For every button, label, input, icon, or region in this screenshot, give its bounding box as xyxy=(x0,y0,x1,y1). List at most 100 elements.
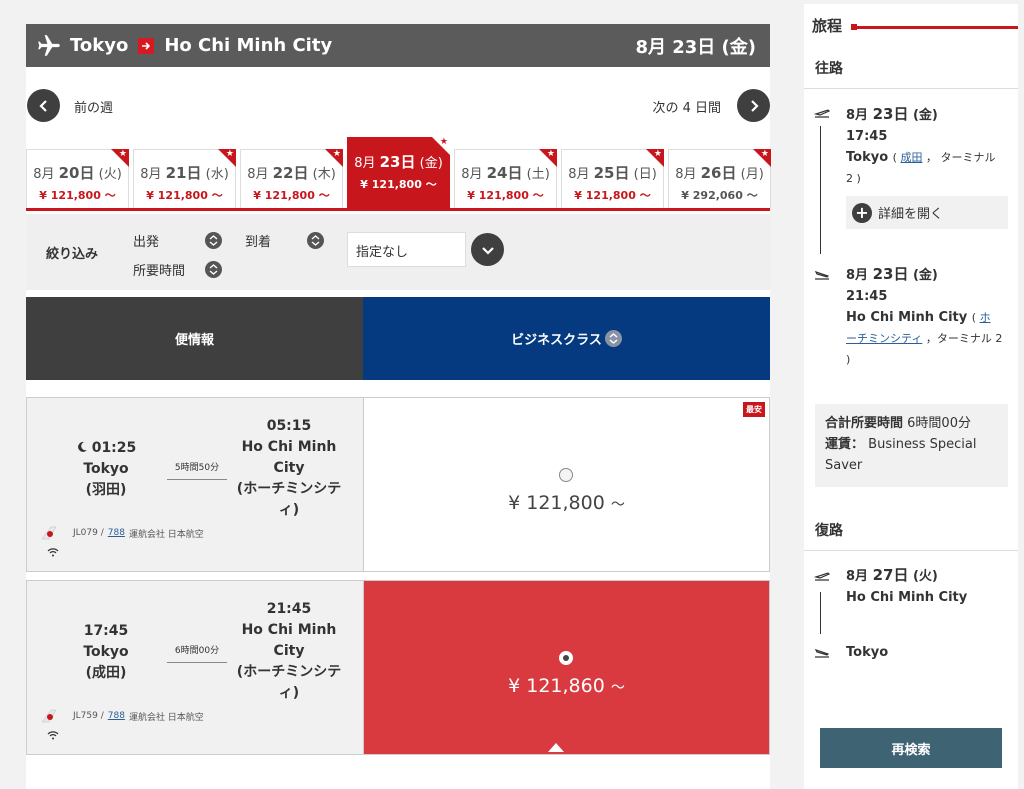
next-days-label[interactable]: 次の 4 日間 xyxy=(652,97,721,116)
hcm-airport-link[interactable]: ホ xyxy=(980,311,991,324)
date-tab-price: ¥ 121,800 ～ xyxy=(574,189,651,202)
flight-duration: 5時間50分 xyxy=(174,463,220,473)
date-tab[interactable]: ★ 8月 22日 (木) ¥ 121,800 ～ xyxy=(240,149,343,208)
duration-line xyxy=(167,662,227,663)
takeoff-icon xyxy=(814,572,830,581)
arrival-city: Ho Chi Minh xyxy=(241,439,337,455)
cheapest-badge: 最安 xyxy=(743,402,765,417)
fare-price: ¥ 121,800 ～ xyxy=(364,492,769,514)
sort-arrival[interactable]: 到着 xyxy=(245,231,325,250)
aircraft-link[interactable]: 788 xyxy=(108,711,125,721)
date-month: 8月 xyxy=(461,167,483,182)
fare-cell[interactable]: 最安 ¥ 121,800 ～ xyxy=(364,398,769,571)
total-duration-value: 6時間00分 xyxy=(907,416,971,431)
date-tab-price: ¥ 121,800 ～ xyxy=(146,189,223,202)
fare-cell[interactable]: ¥ 121,860 ～ xyxy=(364,581,769,754)
sort-icon[interactable] xyxy=(205,261,223,278)
date-day: 25日 xyxy=(593,164,630,182)
hcm-airport-link-cont[interactable]: ーチミンシティ xyxy=(846,332,922,345)
moon-icon xyxy=(77,441,87,452)
arrival-time: 05:15 xyxy=(266,418,312,434)
date-tab[interactable]: ★ 8月 20日 (火) ¥ 121,800 ～ xyxy=(26,149,129,208)
departure-block: 01:25 Tokyo (羽田) xyxy=(67,438,145,501)
itinerary-title: 旅程 xyxy=(812,15,845,36)
date-weekday: (木) xyxy=(312,167,336,182)
takeoff-icon xyxy=(814,109,830,118)
trip-summary: 合計所要時間 6時間00分 運賃： Business Special Saver xyxy=(815,404,1008,487)
date-month: 8月 xyxy=(33,167,55,182)
flight-row[interactable]: 01:25 Tokyo (羽田) 5時間50分 05:15 Ho Chi Minh City… xyxy=(26,397,770,572)
terminal-text: ，ターミナル 2 xyxy=(925,332,1003,345)
next-days-button[interactable] xyxy=(737,89,770,122)
outbound-arrival: 8月 23日 (金) 21:45 Ho Chi Minh City ( ホ ーチ… xyxy=(846,264,1014,370)
sort-icon[interactable] xyxy=(604,330,622,347)
date-tab[interactable]: ★ 8月 21日 (水) ¥ 121,800 ～ xyxy=(133,149,236,208)
flight-info-header: 便情報 xyxy=(26,297,363,380)
duration-block: 5時間50分 xyxy=(167,460,227,480)
previous-week-button[interactable] xyxy=(27,89,60,122)
sort-duration[interactable]: 所要時間 xyxy=(133,260,223,279)
date-weekday: (火) xyxy=(98,167,122,182)
narita-airport-link[interactable]: 成田 xyxy=(900,151,922,164)
flight-duration: 6時間00分 xyxy=(174,646,220,656)
cabin-class-header[interactable]: ビジネスクラス xyxy=(363,297,770,380)
landing-icon xyxy=(814,270,830,280)
wifi-icon xyxy=(47,731,59,740)
selection-pointer xyxy=(548,743,564,752)
arrival-airport-cont: ィ) xyxy=(278,502,300,518)
filter-select[interactable]: 指定なし xyxy=(347,232,466,267)
date-weekday: (火) xyxy=(912,569,938,584)
aircraft-link[interactable]: 788 xyxy=(108,528,125,538)
duration-line xyxy=(167,479,227,480)
date-month: 8月 xyxy=(846,108,869,123)
date-tab[interactable]: ★ 8月 24日 (土) ¥ 121,800 ～ xyxy=(454,149,557,208)
sort-departure[interactable]: 出発 xyxy=(133,231,223,250)
return-departure: 8月 27日 (火) Ho Chi Minh City xyxy=(846,565,1016,608)
sort-duration-label: 所要時間 xyxy=(133,264,186,279)
date-month: 8月 xyxy=(247,167,269,182)
filter-bar: 絞り込み 出発 到着 所要時間 指定なし xyxy=(26,214,770,290)
fare-value: Business Special xyxy=(868,437,977,452)
route-header: Tokyo Ho Chi Minh City 8月 23日 (金) xyxy=(26,24,770,67)
arrival-city-cont: City xyxy=(273,460,305,476)
date-tab[interactable]: ★ 8月 26日 (月) ¥ 292,060 ～ xyxy=(668,149,771,208)
outbound-departure: 8月 23日 (金) 17:45 Tokyo ( 成田 ， ターミナル 2 ) xyxy=(846,104,1016,189)
chevron-down-icon xyxy=(481,246,494,255)
outbound-timeline xyxy=(820,126,821,254)
departure-time: 17:45 xyxy=(83,623,129,639)
cabin-class-label: ビジネスクラス xyxy=(511,333,602,348)
title-marker xyxy=(851,24,857,30)
flight-row[interactable]: 17:45 Tokyo (成田) 6時間00分 21:45 Ho Chi Minh City… xyxy=(26,580,770,755)
fare-value-cont: Saver xyxy=(825,458,863,473)
star-icon: ★ xyxy=(439,137,448,147)
operator-name: 運航会社 日本航空 xyxy=(128,529,204,540)
date-day: 21日 xyxy=(165,164,202,182)
previous-week-label[interactable]: 前の週 xyxy=(74,97,113,116)
flight-number: JL759 / xyxy=(73,711,104,721)
date-day: 23日 xyxy=(872,265,909,283)
filter-dropdown-button[interactable] xyxy=(471,233,504,266)
date-tab[interactable]: ★ 8月 25日 (日) ¥ 121,800 ～ xyxy=(561,149,664,208)
price-suffix: ～ xyxy=(610,680,625,696)
fare-radio[interactable] xyxy=(559,651,573,665)
date-tab[interactable]: ★ 8月 23日 (金) ¥ 121,800 ～ xyxy=(347,137,450,208)
price-suffix: ～ xyxy=(610,497,625,513)
departure-city: Tokyo xyxy=(83,461,129,477)
return-section-label: 復路 xyxy=(804,520,1018,551)
sort-icon[interactable] xyxy=(307,232,325,249)
landing-icon xyxy=(814,648,830,658)
price-amount: ¥ 121,860 xyxy=(508,675,605,697)
operator-line: JL079 / 788 運航会社 日本航空 xyxy=(41,526,204,540)
arrival-airport: (ホーチミンシテ xyxy=(236,481,342,497)
open-details-button[interactable]: + 詳細を開く xyxy=(846,196,1008,229)
departure-time: 17:45 xyxy=(846,129,888,144)
duration-block: 6時間00分 xyxy=(167,643,227,663)
search-again-button[interactable]: 再検索 xyxy=(820,728,1002,768)
date-weekday: (土) xyxy=(526,167,550,182)
date-tab-price: ¥ 121,800 ～ xyxy=(360,178,437,191)
sort-icon[interactable] xyxy=(205,232,223,249)
star-icon: ★ xyxy=(653,149,662,159)
fare-radio[interactable] xyxy=(559,468,573,482)
outbound-section-label: 往路 xyxy=(804,58,1018,89)
date-weekday: (月) xyxy=(740,167,764,182)
